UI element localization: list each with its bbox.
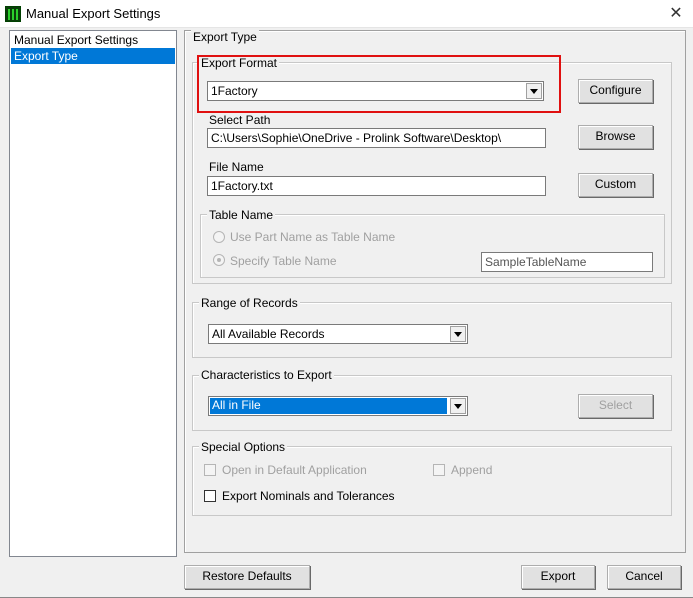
range-dropdown[interactable]: All Available Records [208, 324, 468, 344]
characteristics-label: Characteristics to Export [199, 368, 334, 382]
characteristics-dropdown[interactable]: All in File [208, 396, 468, 416]
export-nominals-checkbox[interactable] [204, 490, 216, 502]
select-path-label: Select Path [209, 113, 271, 127]
close-icon[interactable]: ✕ [662, 2, 690, 26]
path-input[interactable]: C:\Users\Sophie\OneDrive - Prolink Softw… [207, 128, 546, 148]
specify-table-radio-label: Specify Table Name [230, 254, 337, 268]
part-name-radio-label: Use Part Name as Table Name [230, 230, 396, 244]
settings-nav-list: Manual Export Settings Export Type [9, 30, 177, 557]
select-button[interactable]: Select [578, 394, 653, 418]
panel-title: Export Type [191, 30, 259, 44]
title-bar: Manual Export Settings ✕ [0, 0, 693, 28]
window-title: Manual Export Settings [26, 6, 161, 21]
range-of-records-label: Range of Records [199, 296, 300, 310]
part-name-radio[interactable] [213, 231, 225, 243]
chevron-down-icon[interactable] [450, 326, 466, 342]
file-name-label: File Name [209, 160, 264, 174]
specify-table-radio[interactable] [213, 254, 225, 266]
highlight-box [197, 55, 561, 113]
file-name-input[interactable]: 1Factory.txt [207, 176, 546, 196]
export-button[interactable]: Export [521, 565, 595, 589]
append-checkbox[interactable] [433, 464, 445, 476]
browse-button[interactable]: Browse [578, 125, 653, 149]
open-default-checkbox[interactable] [204, 464, 216, 476]
custom-button[interactable]: Custom [578, 173, 653, 197]
configure-button[interactable]: Configure [578, 79, 653, 103]
append-label: Append [451, 463, 493, 477]
range-value: All Available Records [212, 327, 325, 341]
special-options-label: Special Options [199, 440, 288, 454]
special-options-group [192, 446, 672, 516]
nav-item-manual-export-settings[interactable]: Manual Export Settings [11, 32, 175, 48]
table-name-label: Table Name [207, 208, 276, 222]
table-name-input[interactable]: SampleTableName [481, 252, 653, 272]
chevron-down-icon[interactable] [450, 398, 466, 414]
app-icon [5, 6, 21, 22]
open-default-label: Open in Default Application [222, 463, 367, 477]
cancel-button[interactable]: Cancel [607, 565, 681, 589]
restore-defaults-button[interactable]: Restore Defaults [184, 565, 310, 589]
nav-item-export-type[interactable]: Export Type [11, 48, 175, 64]
characteristics-value: All in File [210, 398, 447, 414]
export-nominals-label: Export Nominals and Tolerances [222, 489, 395, 503]
